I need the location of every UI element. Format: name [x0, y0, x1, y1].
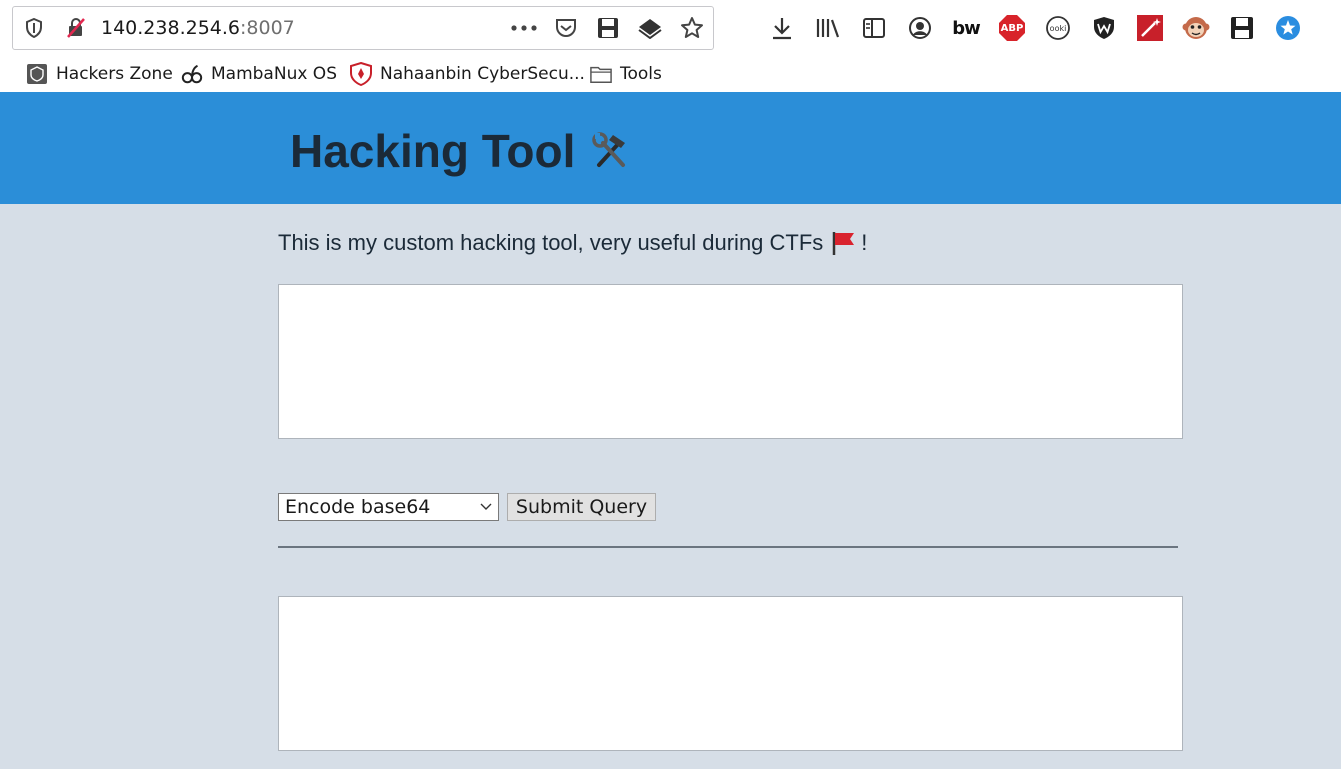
submit-query-button[interactable]: Submit Query	[507, 493, 656, 521]
url-port: :8007	[240, 17, 295, 39]
sidebar-icon[interactable]	[854, 8, 894, 48]
bw-label: bw	[952, 17, 980, 39]
bookmark-label: Tools	[620, 64, 662, 84]
bookmark-label: Hackers Zone	[56, 64, 173, 84]
url-host: 140.238.254.6	[101, 17, 241, 39]
save-page-icon[interactable]	[593, 7, 623, 49]
nahaanbin-shield-icon	[350, 62, 372, 86]
ooki-label: ooki	[1049, 23, 1067, 33]
bookmark-nahaanbin[interactable]: Nahaanbin CyberSecu...	[350, 56, 585, 92]
operation-select-value: Encode base64	[285, 496, 431, 518]
mambanux-icon	[181, 63, 203, 85]
insecure-lock-icon[interactable]	[61, 7, 91, 49]
magic-wand-icon[interactable]	[1130, 8, 1170, 48]
layers-icon[interactable]	[635, 7, 665, 49]
more-actions-icon[interactable]	[509, 7, 539, 49]
output-textarea[interactable]	[278, 596, 1183, 751]
account-icon[interactable]	[900, 8, 940, 48]
intro-text: This is my custom hacking tool, very use…	[278, 230, 867, 256]
extension-star-icon[interactable]	[1268, 8, 1308, 48]
url-text[interactable]: 140.238.254.6:8007	[101, 7, 295, 49]
bookmark-star-icon[interactable]	[677, 7, 707, 49]
tracking-shield-icon[interactable]	[19, 7, 49, 49]
save-icon[interactable]	[1222, 8, 1262, 48]
bookmark-folder-tools[interactable]: Tools	[590, 56, 662, 92]
bookmark-hackers-zone[interactable]: Hackers Zone	[26, 56, 173, 92]
intro-text-suffix: !	[861, 230, 868, 255]
toolbar-icons: bw ABP ooki	[762, 8, 1314, 48]
red-flag-icon	[831, 230, 857, 256]
bookmark-label: MambaNux OS	[211, 64, 337, 84]
pocket-icon[interactable]	[551, 7, 581, 49]
chevron-down-icon	[480, 494, 492, 520]
page-header	[0, 92, 1341, 204]
folder-icon	[590, 63, 612, 85]
operation-select[interactable]: Encode base64	[278, 493, 499, 521]
adblock-icon[interactable]: ABP	[992, 8, 1032, 48]
address-bar[interactable]: 140.238.254.6:8007	[12, 6, 714, 50]
browser-toolbar: 140.238.254.6:8007 bw ABP ooki	[0, 0, 1341, 56]
bookmarks-bar: Hackers Zone MambaNux OS Nahaanbin Cyber…	[0, 56, 1341, 92]
download-icon[interactable]	[762, 8, 802, 48]
monkey-icon[interactable]	[1176, 8, 1216, 48]
page-title-text: Hacking Tool	[290, 125, 576, 177]
input-textarea[interactable]	[278, 284, 1183, 439]
ooki-icon[interactable]: ooki	[1038, 8, 1078, 48]
library-icon[interactable]	[808, 8, 848, 48]
w-shield-icon[interactable]	[1084, 8, 1124, 48]
bw-icon[interactable]: bw	[946, 8, 986, 48]
bookmark-label: Nahaanbin CyberSecu...	[380, 64, 585, 84]
intro-text-main: This is my custom hacking tool, very use…	[278, 230, 824, 255]
hackers-zone-icon	[26, 63, 48, 85]
divider	[278, 546, 1178, 548]
bookmark-mambanux[interactable]: MambaNux OS	[181, 56, 337, 92]
page-title: Hacking Tool	[290, 124, 631, 178]
hammer-wrench-icon	[591, 131, 631, 171]
abp-label: ABP	[1000, 22, 1024, 34]
